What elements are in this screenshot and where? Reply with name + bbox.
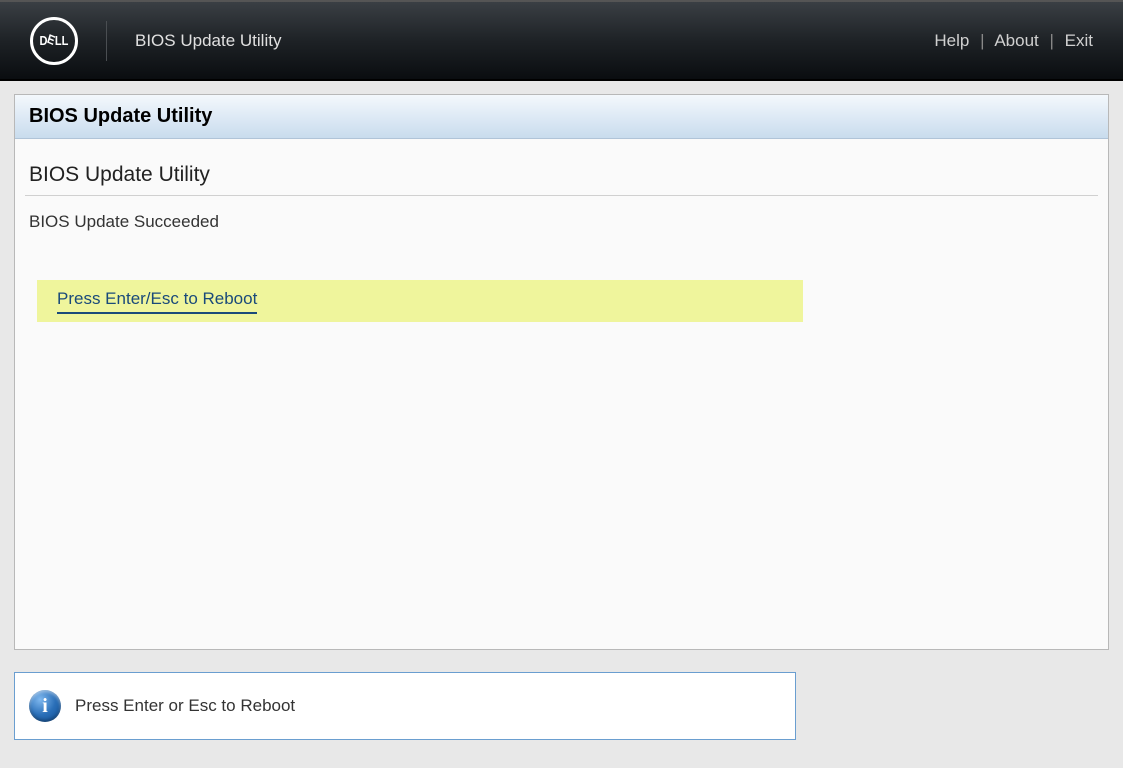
app-title: BIOS Update Utility [135, 31, 281, 51]
action-prompt: Press Enter/Esc to Reboot [57, 289, 257, 314]
dell-logo-icon: DELL [30, 17, 78, 65]
info-icon: i [29, 690, 61, 722]
about-link[interactable]: About [994, 31, 1038, 50]
panel-body: BIOS Update Utility BIOS Update Succeede… [15, 139, 1108, 649]
main-panel: BIOS Update Utility BIOS Update Utility … [14, 94, 1109, 650]
app-header: DELL BIOS Update Utility Help | About | … [0, 0, 1123, 81]
header-divider [106, 21, 107, 61]
info-box: i Press Enter or Esc to Reboot [14, 672, 796, 740]
header-links: Help | About | Exit [934, 31, 1093, 51]
help-link[interactable]: Help [934, 31, 969, 50]
info-message: Press Enter or Esc to Reboot [75, 696, 295, 716]
panel-title: BIOS Update Utility [29, 105, 212, 128]
exit-link[interactable]: Exit [1065, 31, 1093, 50]
section-title: BIOS Update Utility [25, 163, 1098, 196]
status-message: BIOS Update Succeeded [25, 212, 1098, 232]
action-bar[interactable]: Press Enter/Esc to Reboot [37, 280, 803, 322]
link-separator: | [1050, 31, 1054, 50]
panel-header: BIOS Update Utility [15, 95, 1108, 139]
link-separator: | [980, 31, 984, 50]
